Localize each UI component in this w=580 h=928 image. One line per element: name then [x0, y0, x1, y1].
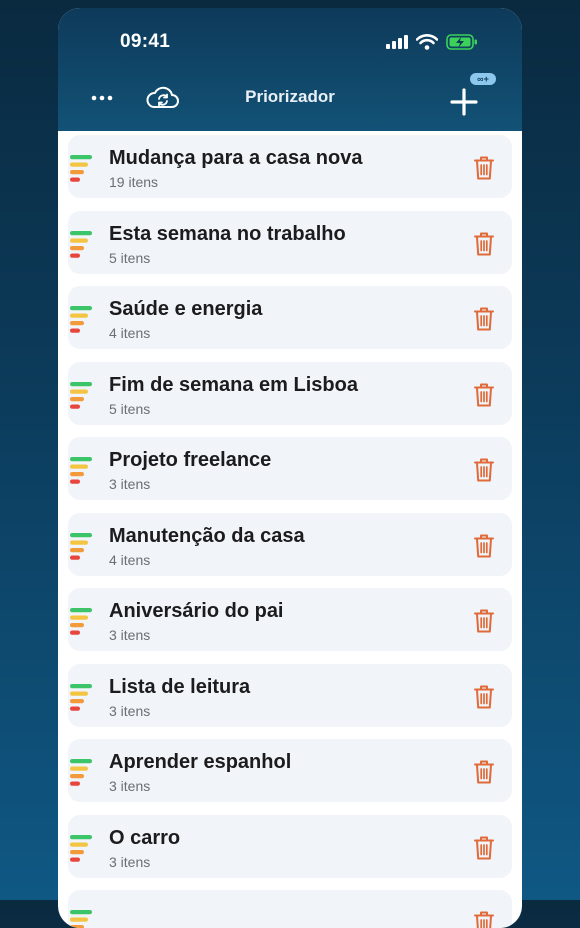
list-title: Aniversário do pai: [109, 600, 284, 622]
list-title: O carro: [109, 826, 181, 849]
add-list-icon[interactable]: [450, 82, 490, 118]
list-title: Aprender espanhol: [109, 751, 292, 773]
app-screen: 09:41 Priorizador ∞+ Mudança para a casa…: [58, 8, 522, 928]
status-time: 09:41: [120, 31, 171, 52]
trash-icon[interactable]: [473, 382, 495, 408]
priority-bars-icon: [70, 306, 92, 333]
list-item-count: 4 itens: [109, 551, 151, 568]
list-title: Manutenção da casa: [109, 524, 305, 547]
list-card[interactable]: Fim de semana em Lisboa 5 itens: [68, 361, 512, 425]
priority-bars-icon: [70, 155, 92, 182]
list-item-count: 3 itens: [109, 702, 151, 719]
list-title: Projeto freelance: [109, 449, 272, 471]
list-item-count: 19 itens: [109, 174, 159, 190]
trash-icon[interactable]: [473, 759, 495, 785]
priority-bars-icon: [70, 683, 92, 711]
trash-icon[interactable]: [473, 231, 495, 257]
trash-icon[interactable]: [473, 608, 495, 634]
list-title: Saúde e energia: [109, 298, 263, 320]
priority-bars-icon: [70, 608, 92, 635]
list-card[interactable]: Saúde e energia 4 itens: [68, 286, 512, 349]
trash-icon[interactable]: [473, 457, 495, 483]
list-card[interactable]: Lista de leitura 3 itens: [68, 663, 512, 727]
list-item-count: 3 itens: [109, 476, 151, 492]
priority-lists: Mudança para a casa nova 19 itens Esta s…: [68, 135, 512, 928]
list-item-count: 4 itens: [109, 325, 151, 341]
trash-icon[interactable]: [473, 835, 495, 861]
premium-badge: ∞+: [470, 73, 496, 85]
trash-icon[interactable]: [473, 533, 495, 559]
list-item-count: 5 itens: [109, 249, 151, 266]
list-item-count: 3 itens: [109, 853, 151, 870]
list-card[interactable]: Manutenção da casa 4 itens: [68, 512, 512, 576]
trash-icon[interactable]: [473, 155, 495, 181]
priority-bars-icon: [70, 457, 92, 484]
list-title: Mudança para a casa nova: [109, 147, 363, 169]
priority-bars-icon: [70, 230, 92, 258]
priority-bars-icon: [70, 532, 92, 560]
priority-bars-icon: [70, 381, 92, 409]
list-title: Esta semana no trabalho: [109, 222, 346, 245]
list-item-count: 5 itens: [109, 400, 151, 417]
list-card[interactable]: [68, 890, 512, 928]
list-title: Fim de semana em Lisboa: [109, 373, 358, 396]
trash-icon[interactable]: [473, 910, 495, 928]
battery-charging-icon: [446, 34, 477, 50]
list-title: Lista de leitura: [109, 675, 251, 698]
list-card[interactable]: O carro 3 itens: [68, 814, 512, 878]
trash-icon[interactable]: [473, 306, 495, 332]
list-card[interactable]: Mudança para a casa nova 19 itens: [68, 135, 512, 198]
wifi-icon: [416, 34, 438, 50]
list-item-count: 3 itens: [109, 627, 151, 643]
priority-bars-icon: [70, 759, 92, 786]
list-card[interactable]: Esta semana no trabalho 5 itens: [68, 210, 512, 274]
list-item-count: 3 itens: [109, 778, 151, 794]
status-icons: [386, 32, 478, 52]
list-card[interactable]: Aprender espanhol 3 itens: [68, 739, 512, 802]
cellular-signal-icon: [386, 35, 408, 49]
list-card[interactable]: Projeto freelance 3 itens: [68, 437, 512, 500]
priority-bars-icon: [70, 910, 92, 928]
list-card[interactable]: Aniversário do pai 3 itens: [68, 588, 512, 651]
priority-bars-icon: [70, 834, 92, 862]
trash-icon[interactable]: [473, 684, 495, 710]
header-bar: 09:41 Priorizador ∞+: [58, 8, 522, 131]
